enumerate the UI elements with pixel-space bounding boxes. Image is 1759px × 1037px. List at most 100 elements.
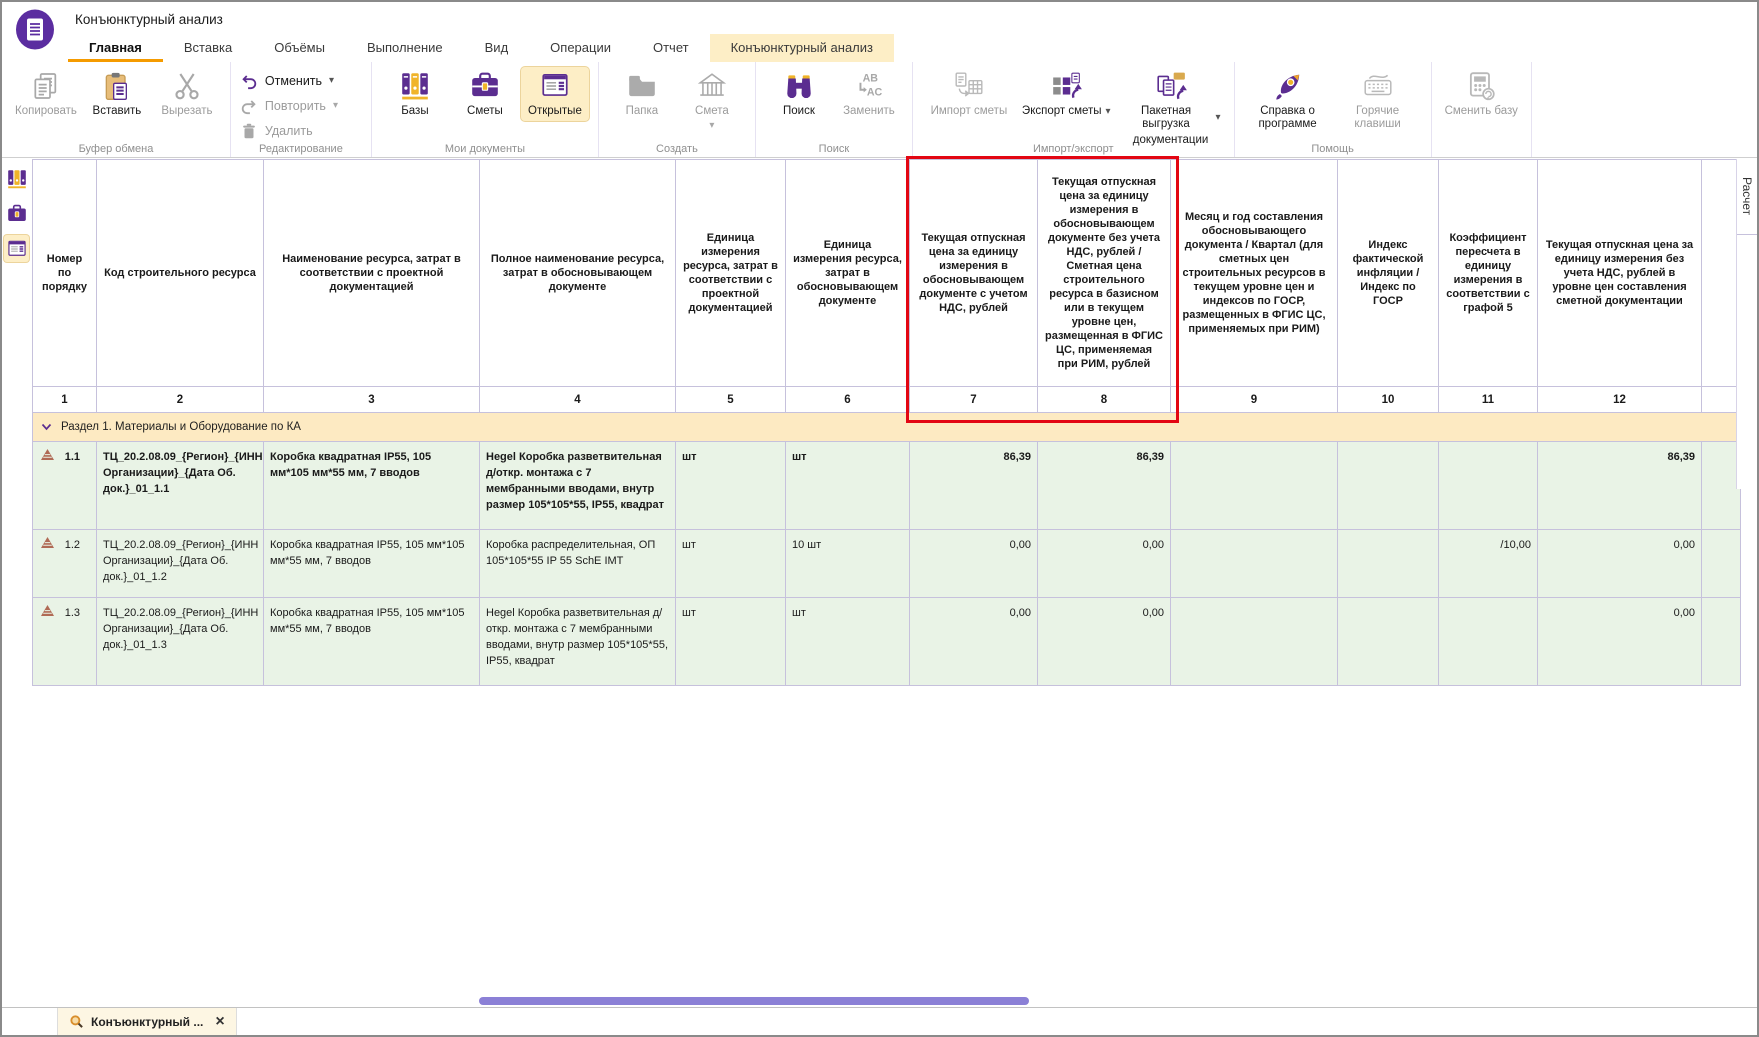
cell-conversion-coeff[interactable]	[1439, 442, 1538, 530]
cell-final-price[interactable]: 0,00	[1538, 598, 1702, 686]
col-number[interactable]: 6	[786, 387, 910, 413]
cell-unit-document[interactable]: шт	[786, 598, 910, 686]
cell-inflation-index[interactable]	[1338, 442, 1439, 530]
about-button[interactable]: Справка о программе	[1244, 67, 1332, 134]
cell-resource-name[interactable]: Коробка квадратная IP55, 105 мм*105 мм*5…	[264, 530, 480, 598]
paste-button[interactable]: Вставить	[83, 67, 151, 121]
app-logo-icon[interactable]	[15, 8, 55, 51]
cell-month-year[interactable]	[1171, 530, 1338, 598]
sidebar-estimates-button[interactable]	[4, 200, 29, 227]
col-number[interactable]: 5	[676, 387, 786, 413]
new-estimate-dropdown-icon[interactable]: ▾	[709, 121, 714, 131]
sidebar-open-documents-button[interactable]	[4, 235, 29, 262]
calculation-panel-tab[interactable]: Расчет	[1737, 159, 1757, 235]
cell-month-year[interactable]	[1171, 598, 1338, 686]
tab-vstavka[interactable]: Вставка	[163, 34, 253, 62]
replace-button[interactable]: AB AC Заменить	[835, 67, 903, 121]
horizontal-scrollbar-thumb[interactable]	[479, 997, 1029, 1005]
tab-vid[interactable]: Вид	[464, 34, 530, 62]
export-estimate-button[interactable]: Экспорт сметы▾	[1018, 67, 1115, 121]
cell-full-name[interactable]: Hegel Коробка разветвительная д/откр. мо…	[480, 442, 676, 530]
col-number[interactable]: 9	[1171, 387, 1338, 413]
hotkeys-button[interactable]: Горячие клавиши	[1334, 67, 1422, 134]
col-number[interactable]: 4	[480, 387, 676, 413]
undo-dropdown-icon[interactable]: ▾	[329, 76, 334, 86]
col-header-11[interactable]: Коэффициент пересчета в единицу измерени…	[1439, 160, 1538, 387]
col-number[interactable]: 11	[1439, 387, 1538, 413]
document-tab[interactable]: Конъюнктурный ... ×	[57, 1008, 237, 1035]
cell-price-without-vat[interactable]: 86,39	[1038, 442, 1171, 530]
col-number[interactable]: 12	[1538, 387, 1702, 413]
undo-button[interactable]: Отменить ▾	[240, 72, 362, 90]
cell-conversion-coeff[interactable]	[1439, 598, 1538, 686]
col-header-2[interactable]: Код строительного ресурса	[97, 160, 264, 387]
tab-vypolnenie[interactable]: Выполнение	[346, 34, 464, 62]
cell-resource-code[interactable]: ТЦ_20.2.08.09_{Регион}_{ИНН Организации}…	[97, 530, 264, 598]
sidebar-bases-button[interactable]	[4, 165, 29, 192]
col-number[interactable]: 1	[33, 387, 97, 413]
cell-price-with-vat[interactable]: 0,00	[910, 598, 1038, 686]
batch-export-dropdown-icon[interactable]: ▾	[1216, 113, 1221, 123]
section-collapse-chevron-icon[interactable]	[41, 423, 52, 431]
cell-month-year[interactable]	[1171, 442, 1338, 530]
cell-unit-document[interactable]: шт	[786, 442, 910, 530]
tab-glavnaya[interactable]: Главная	[68, 34, 163, 62]
change-base-button[interactable]: Сменить базу	[1441, 67, 1522, 121]
import-estimate-button[interactable]: Импорт сметы	[922, 67, 1016, 121]
export-dropdown-icon[interactable]: ▾	[1106, 107, 1111, 117]
cell-resource-name[interactable]: Коробка квадратная IP55, 105 мм*105 мм*5…	[264, 442, 480, 530]
new-estimate-button[interactable]: Смета ▾	[678, 67, 746, 134]
delete-button[interactable]: Удалить	[240, 122, 362, 140]
cell-price-without-vat[interactable]: 0,00	[1038, 530, 1171, 598]
section-row[interactable]: Раздел 1. Материалы и Оборудование по КА	[33, 413, 1741, 442]
estimates-button[interactable]: Сметы	[451, 67, 519, 121]
cut-button[interactable]: Вырезать	[153, 67, 221, 121]
cell-unit-design[interactable]: шт	[676, 442, 786, 530]
cell-inflation-index[interactable]	[1338, 530, 1439, 598]
cell-price-with-vat[interactable]: 86,39	[910, 442, 1038, 530]
bases-button[interactable]: Базы	[381, 67, 449, 121]
cell-full-name[interactable]: Коробка распределительная, ОП 105*105*55…	[480, 530, 676, 598]
search-button[interactable]: Поиск	[765, 67, 833, 121]
col-header-5[interactable]: Единица измерения ресурса, затрат в соот…	[676, 160, 786, 387]
col-header-10[interactable]: Индекс фактической инфляции / Индекс по …	[1338, 160, 1439, 387]
cell-resource-code[interactable]: ТЦ_20.2.08.09_{Регион}_{ИНН Организации}…	[97, 598, 264, 686]
col-number[interactable]: 2	[97, 387, 264, 413]
col-header-9[interactable]: Месяц и год составления обосновывающего …	[1171, 160, 1338, 387]
col-header-6[interactable]: Единица измерения ресурса, затрат в обос…	[786, 160, 910, 387]
cell-unit-design[interactable]: шт	[676, 598, 786, 686]
col-number[interactable]: 3	[264, 387, 480, 413]
close-tab-icon[interactable]: ×	[215, 1014, 224, 1030]
cell-resource-code[interactable]: ТЦ_20.2.08.09_{Регион}_{ИНН Организации}…	[97, 442, 264, 530]
copy-button[interactable]: Копировать	[11, 67, 81, 121]
col-number[interactable]: 10	[1338, 387, 1439, 413]
open-documents-button[interactable]: Открытые	[521, 67, 589, 121]
cell-final-price[interactable]: 0,00	[1538, 530, 1702, 598]
tab-otchet[interactable]: Отчет	[632, 34, 710, 62]
cell-unit-document[interactable]: 10 шт	[786, 530, 910, 598]
cell-price-without-vat[interactable]: 0,00	[1038, 598, 1171, 686]
folder-button[interactable]: Папка	[608, 67, 676, 121]
window-title: Конъюнктурный анализ	[75, 12, 223, 27]
redo-dropdown-icon[interactable]: ▾	[333, 101, 338, 111]
col-header-4[interactable]: Полное наименование ресурса, затрат в об…	[480, 160, 676, 387]
col-header-7[interactable]: Текущая отпускная цена за единицу измере…	[910, 160, 1038, 387]
cell-resource-name[interactable]: Коробка квадратная IP55, 105 мм*105 мм*5…	[264, 598, 480, 686]
tab-konyunkturny-analiz[interactable]: Конъюнктурный анализ	[710, 34, 894, 62]
cell-inflation-index[interactable]	[1338, 598, 1439, 686]
col-header-8[interactable]: Текущая отпускная цена за единицу измере…	[1038, 160, 1171, 387]
col-number[interactable]: 7	[910, 387, 1038, 413]
cell-full-name[interactable]: Hegel Коробка разветвительная д/откр. мо…	[480, 598, 676, 686]
cell-unit-design[interactable]: шт	[676, 530, 786, 598]
tab-obyomy[interactable]: Объёмы	[253, 34, 346, 62]
col-number[interactable]: 8	[1038, 387, 1171, 413]
cell-price-with-vat[interactable]: 0,00	[910, 530, 1038, 598]
batch-export-button[interactable]: Пакетная выгрузка▾ документации	[1117, 67, 1225, 150]
redo-button[interactable]: Повторить ▾	[240, 97, 362, 115]
col-header-12[interactable]: Текущая отпускная цена за единицу измере…	[1538, 160, 1702, 387]
cell-conversion-coeff[interactable]: /10,00	[1439, 530, 1538, 598]
cell-final-price[interactable]: 86,39	[1538, 442, 1702, 530]
col-header-3[interactable]: Наименование ресурса, затрат в соответст…	[264, 160, 480, 387]
col-header-1[interactable]: Номер по порядку	[33, 160, 97, 387]
tab-operacii[interactable]: Операции	[529, 34, 632, 62]
